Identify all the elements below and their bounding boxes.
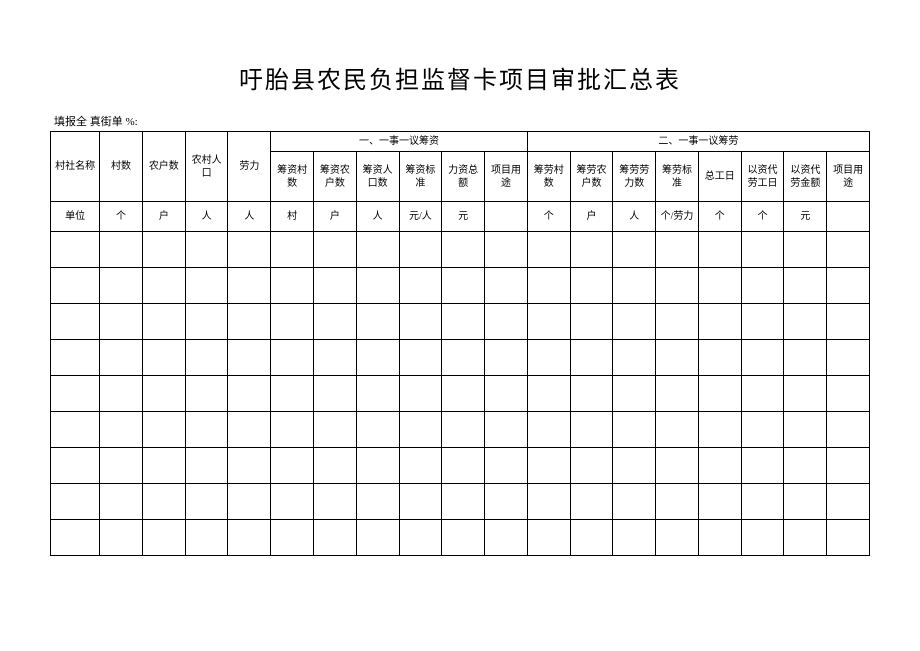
page-title: 吁胎县农民负担监督卡项目审批汇总表 (50, 60, 870, 95)
col-labor-usage: 项目用途 (827, 152, 870, 202)
group-labor-raising: 二、一事一议筹劳 (527, 132, 869, 152)
table-row (51, 448, 870, 484)
table-row (51, 340, 870, 376)
unit-cell: 村 (271, 202, 314, 232)
group-fundraising: 一、一事一议筹资 (271, 132, 528, 152)
unit-cell: 个 (741, 202, 784, 232)
col-fund-household: 筹资农户数 (314, 152, 357, 202)
unit-cell: 个 (100, 202, 143, 232)
col-total-workdays: 总工日 (698, 152, 741, 202)
col-village-count: 村数 (100, 132, 143, 202)
summary-table: 村社名称 村数 农户数 农村人口 劳力 一、一事一议筹资 二、一事一议筹劳 筹资… (50, 131, 870, 556)
table-row (51, 376, 870, 412)
unit-cell: 人 (356, 202, 399, 232)
unit-cell: 元/人 (399, 202, 442, 232)
col-rural-population: 农村人口 (185, 132, 228, 202)
unit-cell: 户 (570, 202, 613, 232)
unit-row: 单位 个 户 人 人 村 户 人 元/人 元 个 户 人 个/劳力 个 个 元 (51, 202, 870, 232)
col-fund-standard: 筹资标准 (399, 152, 442, 202)
unit-label: 单位 (51, 202, 100, 232)
unit-cell: 人 (613, 202, 656, 232)
col-labor-standard: 筹劳标准 (656, 152, 699, 202)
unit-cell: 个 (698, 202, 741, 232)
table-row (51, 412, 870, 448)
col-fund-village: 筹资村数 (271, 152, 314, 202)
col-labor-force: 筹劳劳力数 (613, 152, 656, 202)
unit-cell: 个 (527, 202, 570, 232)
unit-cell: 户 (142, 202, 185, 232)
page-container: 吁胎县农民负担监督卡项目审批汇总表 填报全 真街单 %: 村社名称 村数 农户数… (0, 0, 920, 596)
table-body (51, 232, 870, 556)
col-fund-total: 力资总额 (442, 152, 485, 202)
col-labor-village: 筹劳村数 (527, 152, 570, 202)
header-group-row: 村社名称 村数 农户数 农村人口 劳力 一、一事一议筹资 二、一事一议筹劳 (51, 132, 870, 152)
report-unit-line: 填报全 真街单 %: (50, 113, 870, 129)
table-row (51, 304, 870, 340)
table-row (51, 268, 870, 304)
col-labor-household: 筹劳农户数 (570, 152, 613, 202)
table-row (51, 520, 870, 556)
col-fund-population: 筹资人口数 (356, 152, 399, 202)
unit-cell: 人 (228, 202, 271, 232)
col-cash-amount: 以资代劳金额 (784, 152, 827, 202)
unit-cell: 元 (784, 202, 827, 232)
unit-cell: 户 (314, 202, 357, 232)
unit-cell (485, 202, 528, 232)
unit-cell: 人 (185, 202, 228, 232)
table-row (51, 484, 870, 520)
unit-cell (827, 202, 870, 232)
table-row (51, 232, 870, 268)
col-household-count: 农户数 (142, 132, 185, 202)
col-labor: 劳力 (228, 132, 271, 202)
unit-cell: 元 (442, 202, 485, 232)
col-cash-workdays: 以资代劳工日 (741, 152, 784, 202)
col-village-name: 村社名称 (51, 132, 100, 202)
unit-cell: 个/劳力 (656, 202, 699, 232)
col-fund-usage: 项目用途 (485, 152, 528, 202)
